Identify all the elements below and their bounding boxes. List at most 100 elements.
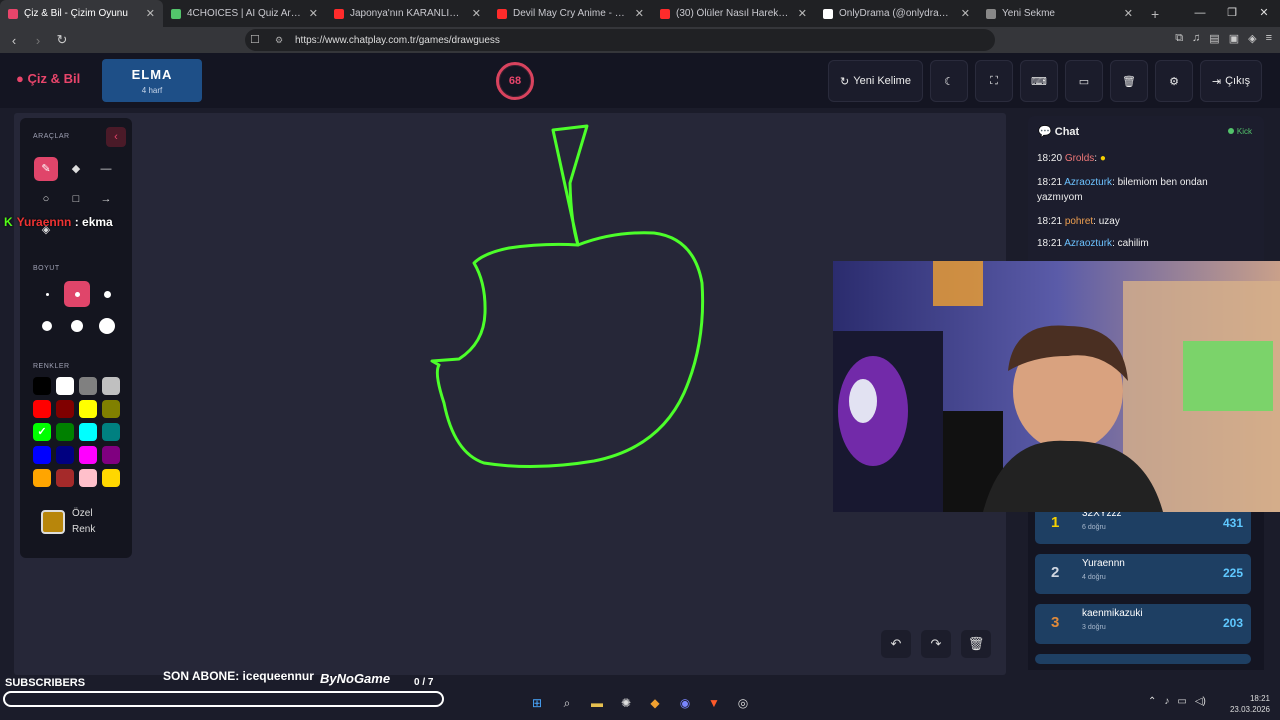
color-swatch[interactable]	[56, 377, 74, 395]
size-m-button[interactable]	[94, 281, 120, 307]
close-tab-icon[interactable]: ✕	[961, 7, 970, 20]
url-field[interactable]: ⚙ https://www.chatplay.com.tr/games/draw…	[245, 29, 995, 51]
windows-start-icon[interactable]: ⊞	[528, 694, 546, 712]
chatgpt-icon[interactable]: ✺	[617, 694, 635, 712]
minimize-button[interactable]: —	[1184, 0, 1216, 27]
chevron-up-icon[interactable]: ⌃	[1148, 696, 1156, 707]
chat-message: 18:21 Azraozturk: bilemiom ben ondan yaz…	[1037, 177, 1208, 203]
size-xxl-button[interactable]	[94, 313, 120, 339]
color-swatch[interactable]	[56, 469, 74, 487]
fullscreen-button[interactable]: ⛶	[975, 60, 1013, 102]
search-icon[interactable]: ⌕	[558, 694, 576, 712]
close-tab-icon[interactable]: ✕	[798, 7, 807, 20]
new-tab-button[interactable]: +	[1151, 6, 1159, 22]
color-swatch[interactable]	[33, 400, 51, 418]
clear-button[interactable]: 🗑	[1110, 60, 1148, 102]
clear-canvas-button[interactable]: 🗑	[961, 630, 991, 658]
brave-icon[interactable]: ▼	[705, 694, 723, 712]
color-swatch[interactable]	[79, 377, 97, 395]
sidebar-icon[interactable]: ▤	[1209, 32, 1219, 45]
app-icon[interactable]: ◆	[646, 694, 664, 712]
settings-button[interactable]: ⚙	[1155, 60, 1193, 102]
archive-icon: ▭	[1078, 75, 1090, 88]
close-tab-icon[interactable]: ✕	[1124, 7, 1133, 20]
arrow-tool[interactable]: →	[94, 187, 118, 211]
reload-button[interactable]: ↻	[52, 32, 72, 48]
wallet-icon[interactable]: ▣	[1229, 32, 1239, 45]
trash-icon: 🗑	[967, 636, 985, 651]
obs-icon[interactable]: ◎	[734, 694, 752, 712]
color-swatch[interactable]	[33, 377, 51, 395]
size-xs-button[interactable]	[34, 281, 60, 307]
close-tab-icon[interactable]: ✕	[472, 7, 481, 20]
site-info-icon[interactable]: ⚙	[275, 35, 283, 46]
color-swatch[interactable]	[79, 446, 97, 464]
browser-tab[interactable]: OnlyDrama (@onlydramaX) / X ✕	[815, 0, 978, 27]
volume-icon[interactable]: ◁)	[1195, 696, 1206, 707]
eraser-tool[interactable]: ◆	[64, 157, 88, 181]
maximize-button[interactable]: ❐	[1216, 0, 1248, 27]
extension-icon[interactable]: ⧉	[1175, 32, 1183, 45]
browser-tab[interactable]: Japonya'nın KARANLIK Gerçeği: Nede ✕	[326, 0, 489, 27]
size-l-button[interactable]	[34, 313, 60, 339]
browser-tab[interactable]: Yeni Sekme ✕	[978, 0, 1141, 27]
custom-color-button[interactable]	[41, 510, 65, 534]
brush-tool[interactable]: ✎	[34, 157, 58, 181]
tab-title: Japonya'nın KARANLIK Gerçeği: Nede	[350, 8, 466, 19]
network-icon[interactable]: ▭	[1177, 696, 1186, 707]
address-bar: ‹ › ↻ ⚙ https://www.chatplay.com.tr/game…	[0, 27, 1280, 53]
exit-button[interactable]: ⇥ Çıkış	[1200, 60, 1262, 102]
color-swatch[interactable]: ✓	[33, 423, 51, 441]
size-s-button[interactable]	[64, 281, 90, 307]
color-swatch[interactable]	[56, 423, 74, 441]
close-tab-icon[interactable]: ✕	[635, 7, 644, 20]
fullscreen-icon: ⛶	[990, 74, 998, 87]
undo-icon: ↶	[890, 636, 902, 651]
app-logo[interactable]: ● Çiz & Bil	[16, 71, 80, 86]
close-tab-icon[interactable]: ✕	[146, 7, 155, 20]
rectangle-tool[interactable]: □	[64, 187, 88, 211]
url-text: https://www.chatplay.com.tr/games/drawgu…	[295, 34, 500, 46]
browser-tab[interactable]: 4CHOICES | AI Quiz Arenası ve Gerçe ✕	[163, 0, 326, 27]
color-swatch[interactable]	[102, 400, 120, 418]
circle-tool[interactable]: ○	[34, 187, 58, 211]
vpn-icon[interactable]: ◈	[1248, 32, 1256, 45]
tab-title: 4CHOICES | AI Quiz Arenası ve Gerçe	[187, 8, 303, 19]
color-swatch[interactable]	[79, 423, 97, 441]
media-icon[interactable]: ♫	[1192, 32, 1200, 45]
size-xl-button[interactable]	[64, 313, 90, 339]
color-swatch[interactable]	[33, 469, 51, 487]
color-swatch[interactable]	[102, 423, 120, 441]
forward-button[interactable]: ›	[28, 33, 48, 48]
discord-icon[interactable]: ◉	[676, 694, 694, 712]
close-tab-icon[interactable]: ✕	[309, 7, 318, 20]
browser-tab[interactable]: Çiz & Bil - Çizim Oyunu ✕	[0, 0, 163, 27]
archive-button[interactable]: ▭	[1065, 60, 1103, 102]
close-window-button[interactable]: ✕	[1248, 0, 1280, 27]
bookmark-icon[interactable]: ☐	[250, 33, 260, 46]
color-swatch[interactable]	[33, 446, 51, 464]
collapse-panel-button[interactable]: ‹	[106, 127, 126, 147]
menu-icon[interactable]: ≡	[1266, 32, 1272, 45]
redo-button[interactable]: ↷	[921, 630, 951, 658]
microphone-icon[interactable]: ♪	[1164, 696, 1169, 707]
browser-tab[interactable]: (30) Ölüler Nasıl Hareket Ediyor? - Yo ✕	[652, 0, 815, 27]
color-swatch[interactable]	[102, 469, 120, 487]
theme-toggle-button[interactable]: ☾	[930, 60, 968, 102]
color-swatch[interactable]	[56, 446, 74, 464]
color-swatch[interactable]	[56, 400, 74, 418]
color-swatch[interactable]	[79, 400, 97, 418]
tab-title: Çiz & Bil - Çizim Oyunu	[24, 8, 128, 19]
system-clock[interactable]: 18:21 23.03.2026	[1230, 693, 1270, 715]
color-swatch[interactable]	[102, 446, 120, 464]
new-word-button[interactable]: ↻ Yeni Kelime	[828, 60, 923, 102]
color-swatch[interactable]	[79, 469, 97, 487]
line-tool[interactable]: —	[94, 157, 118, 181]
color-swatch[interactable]	[102, 377, 120, 395]
browser-tab[interactable]: Devil May Cry Anime - Görev 11: Gö ✕	[489, 0, 652, 27]
undo-button[interactable]: ↶	[881, 630, 911, 658]
circle-icon: ○	[42, 193, 50, 205]
back-button[interactable]: ‹	[4, 33, 24, 48]
file-explorer-icon[interactable]: ▬	[588, 694, 606, 712]
keyboard-button[interactable]: ⌨	[1020, 60, 1058, 102]
